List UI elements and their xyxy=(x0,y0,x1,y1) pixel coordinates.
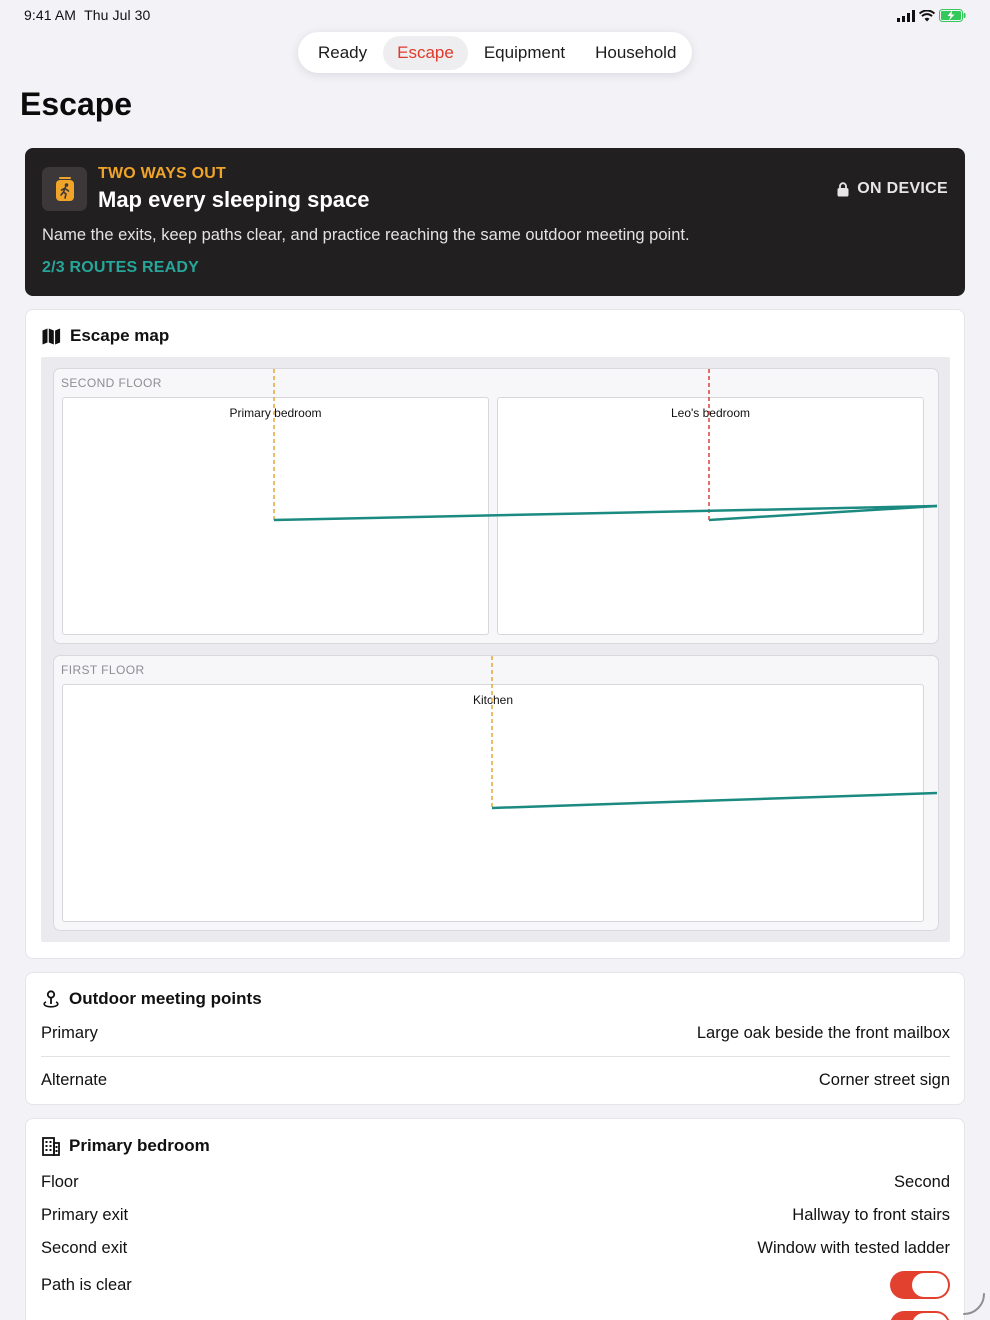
row-value: Large oak beside the front mailbox xyxy=(696,1024,950,1042)
meeting-point-row-alternate[interactable]: Alternate Corner street sign xyxy=(41,1071,950,1090)
route-kitchen xyxy=(491,791,938,810)
row-label: Floor xyxy=(41,1173,79,1191)
meeting-points-header: Outdoor meeting points xyxy=(42,989,262,1009)
lock-icon xyxy=(837,181,849,196)
escape-routes-overlay xyxy=(273,369,938,810)
status-clock: 9:41 AM xyxy=(24,7,77,23)
routes-ready-status: 2/3 ROUTES READY xyxy=(42,259,200,276)
row-value: Second xyxy=(894,1173,950,1191)
tab-equipment-label: Equipment xyxy=(483,42,566,62)
tab-household[interactable]: Household xyxy=(581,36,690,70)
row-label: Path is clear xyxy=(41,1276,132,1294)
segmented-tab-bar: Ready Escape Equipment Household xyxy=(298,32,692,73)
tab-escape-label: Escape xyxy=(397,42,454,62)
hero-card: TWO WAYS OUT Map every sleeping space ON… xyxy=(25,148,965,296)
status-bar: 9:41 AM Thu Jul 30 xyxy=(0,0,990,32)
wifi-icon xyxy=(919,9,935,21)
running-person-icon xyxy=(42,167,87,211)
meeting-points-card: Outdoor meeting points Primary Large oak… xyxy=(25,972,965,1105)
map-icon xyxy=(42,328,61,344)
row-value: Corner street sign xyxy=(818,1071,950,1089)
escape-map-title: Escape map xyxy=(70,326,170,345)
status-icons xyxy=(897,9,966,22)
hero-title: Map every sleeping space xyxy=(98,187,370,212)
row-label: Alternate xyxy=(41,1071,108,1089)
room-detail-row-second-exit[interactable]: Second exit Window with tested ladder xyxy=(41,1239,950,1258)
room-detail-row-primary-exit[interactable]: Primary exit Hallway to front stairs xyxy=(41,1206,950,1225)
row-label: Primary xyxy=(41,1024,98,1042)
tab-equipment[interactable]: Equipment xyxy=(470,36,579,70)
hero-eyebrow: TWO WAYS OUT xyxy=(98,165,227,182)
toggle-knob xyxy=(912,1313,948,1320)
room-detail-header: Primary bedroom xyxy=(42,1136,210,1156)
row-divider xyxy=(41,1056,950,1057)
row-label: Second exit xyxy=(41,1239,128,1257)
hero-description: Name the exits, keep paths clear, and pr… xyxy=(42,226,690,244)
status-date: Thu Jul 30 xyxy=(84,7,151,23)
meeting-points-title: Outdoor meeting points xyxy=(69,989,262,1008)
tab-ready-label: Ready xyxy=(318,42,368,62)
page-title: Escape xyxy=(20,86,133,122)
building-icon xyxy=(42,1136,60,1156)
room-detail-title: Primary bedroom xyxy=(69,1136,210,1155)
room-detail-card: Primary bedroom Floor Second Primary exi… xyxy=(25,1118,965,1320)
tab-household-label: Household xyxy=(595,42,677,62)
cellular-signal-icon xyxy=(897,9,915,22)
row-value: Window with tested ladder xyxy=(757,1239,950,1257)
escape-map-card: Escape map SECOND FLOOR Primary bedroom … xyxy=(25,309,965,959)
on-device-label: ON DEVICE xyxy=(857,180,948,197)
path-clear-toggle[interactable] xyxy=(890,1271,950,1299)
room-detail-row-floor: Floor Second xyxy=(41,1173,950,1192)
battery-charging-icon xyxy=(939,9,966,22)
location-pin-icon xyxy=(43,989,59,1008)
tab-ready[interactable]: Ready xyxy=(304,36,381,70)
on-device-badge: ON DEVICE xyxy=(837,180,948,198)
resize-handle-icon[interactable] xyxy=(960,1290,988,1318)
toggle-knob xyxy=(912,1273,948,1297)
meeting-point-row-primary[interactable]: Primary Large oak beside the front mailb… xyxy=(41,1024,950,1043)
escape-map-canvas: SECOND FLOOR Primary bedroom Leo's bedro… xyxy=(41,357,950,942)
row-label: Primary exit xyxy=(41,1206,129,1224)
escape-map-header: Escape map xyxy=(42,326,169,346)
next-row-toggle[interactable] xyxy=(890,1311,950,1320)
row-value: Hallway to front stairs xyxy=(792,1206,950,1224)
status-time: 9:41 AM Thu Jul 30 xyxy=(24,7,150,23)
room-detail-row-path-clear: Path is clear xyxy=(41,1276,950,1295)
tab-escape[interactable]: Escape xyxy=(383,35,468,70)
